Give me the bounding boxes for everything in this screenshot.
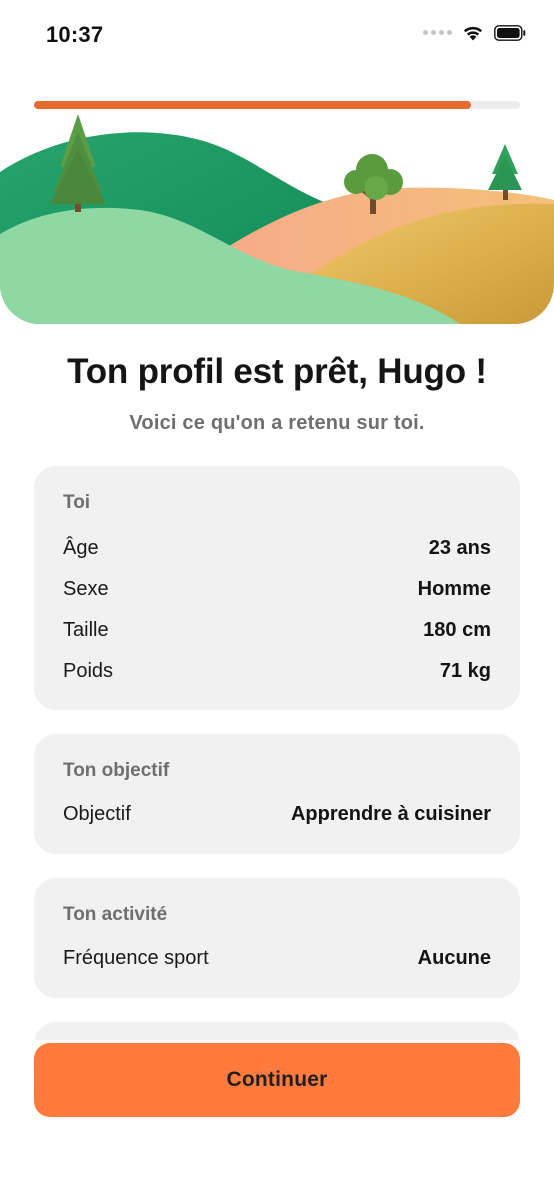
row-label: Objectif [63, 803, 131, 825]
row-value: 71 kg [439, 660, 491, 682]
row-label: Âge [63, 537, 99, 559]
wifi-icon [463, 26, 483, 41]
row-age: Âge 23 ans [63, 528, 491, 569]
row-value: 180 cm [423, 619, 491, 641]
row-poids: Poids 71 kg [63, 651, 491, 692]
status-time: 10:37 [46, 22, 104, 47]
battery-icon [494, 24, 526, 41]
row-objectif: Objectif Apprendre à cuisiner [63, 794, 491, 835]
row-label: Sexe [63, 578, 109, 600]
card-title: Toi [63, 492, 91, 513]
profile-card-objectif: Ton objectif Objectif Apprendre à cuisin… [34, 734, 520, 854]
card-title: Ton activité [63, 904, 168, 925]
continue-button[interactable]: Continuer [34, 1043, 520, 1117]
row-value: 23 ans [428, 537, 491, 559]
progress-fill [34, 101, 472, 109]
row-value: Homme [417, 578, 491, 600]
card-title: Ton objectif [63, 760, 170, 781]
onboarding-progress-bar [34, 101, 520, 109]
signal-dots-icon [423, 30, 452, 35]
profile-summary-screen: 10:37 Ton profil est prêt, Hugo ! Voici … [0, 0, 554, 1200]
row-label: Fréquence sport [63, 947, 209, 969]
page-subtitle: Voici ce qu'on a retenu sur toi. [129, 412, 425, 434]
row-label: Taille [63, 619, 109, 641]
status-icons [423, 24, 526, 41]
row-value: Apprendre à cuisiner [290, 803, 491, 825]
row-sexe: Sexe Homme [63, 569, 491, 610]
status-bar: 10:37 [0, 0, 554, 72]
row-label: Poids [63, 660, 114, 682]
profile-card-toi: Toi Âge 23 ans Sexe Homme Taille 180 cm … [34, 466, 520, 710]
profile-card-activite: Ton activité Fréquence sport Aucune [34, 878, 520, 998]
hills-landscape-illustration [0, 112, 554, 324]
row-taille: Taille 180 cm [63, 610, 491, 651]
row-value: Aucune [417, 947, 491, 969]
page-title: Ton profil est prêt, Hugo ! [67, 352, 487, 391]
row-frequence-sport: Fréquence sport Aucune [63, 938, 491, 979]
